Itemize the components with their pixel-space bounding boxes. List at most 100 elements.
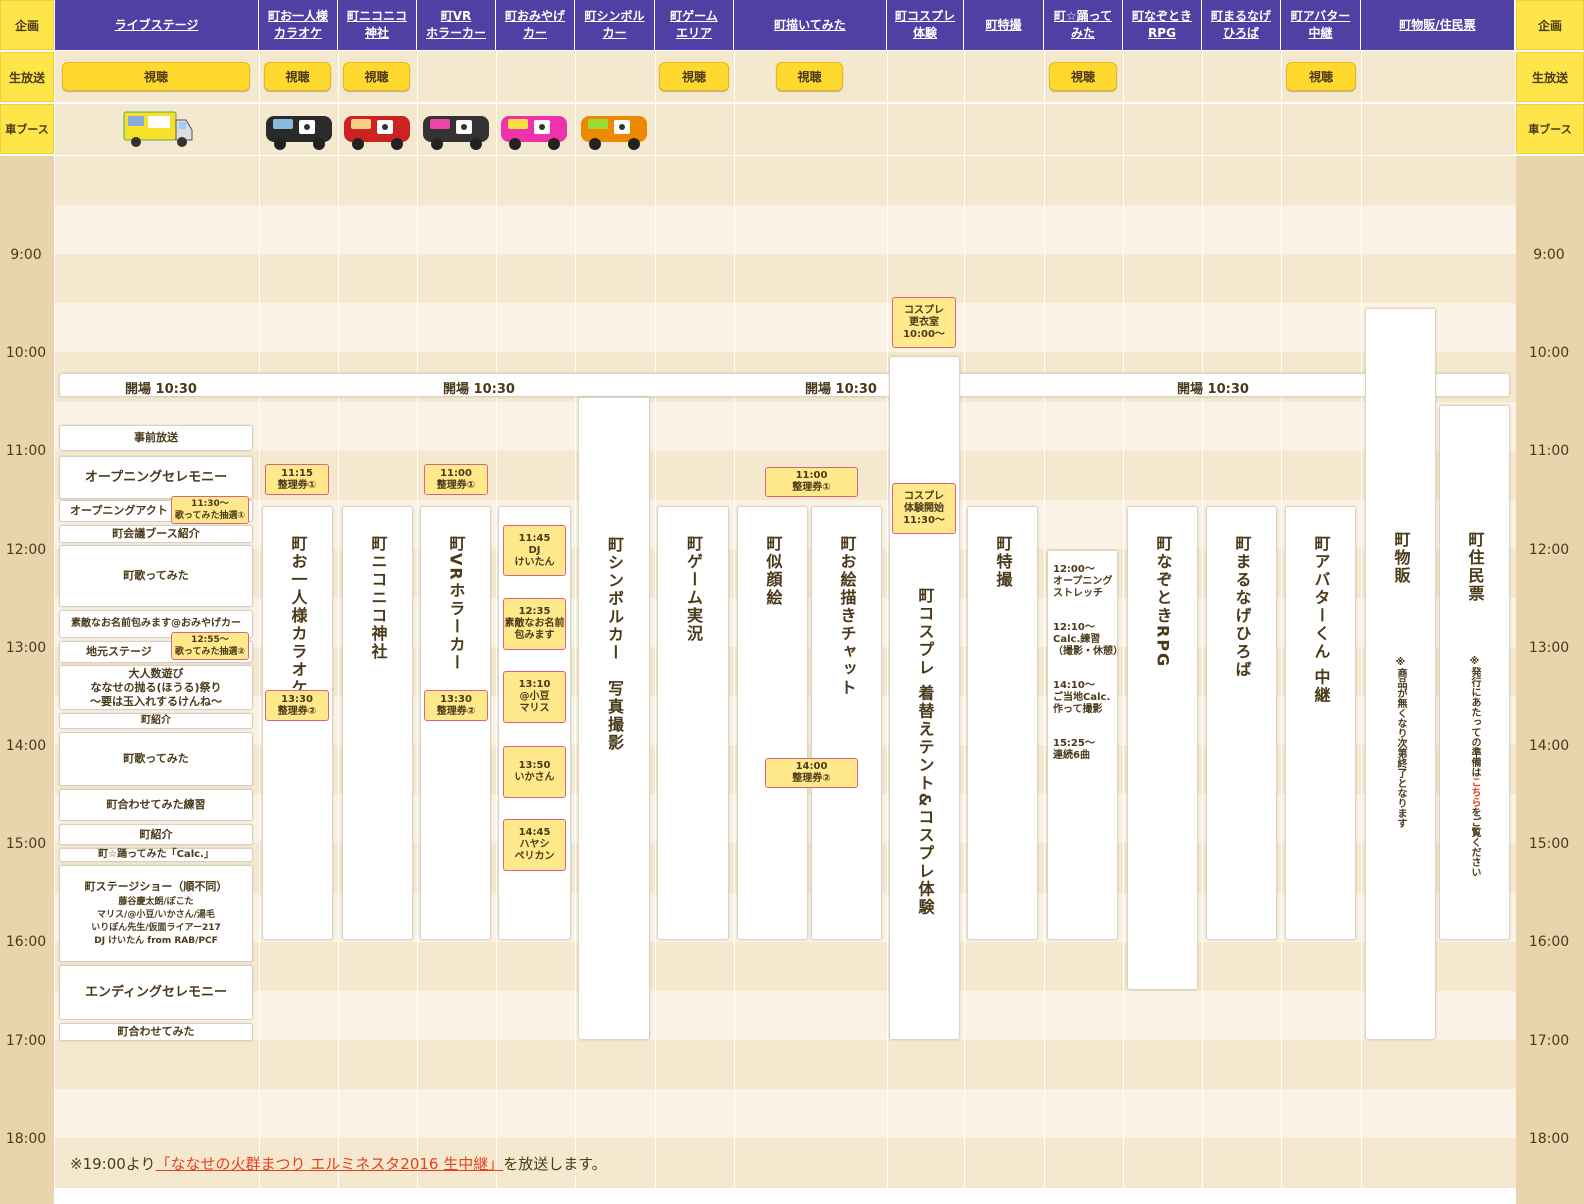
watch-button[interactable]: 視聴 — [62, 62, 250, 91]
header-7[interactable]: 町描いてみた — [734, 0, 887, 50]
stage-show: 町ステージショー（順不同） 藤谷慶太朗/ぽこた マリス/@小豆/いかさん/湯毛 いりぽ… — [59, 865, 253, 962]
time-band — [55, 941, 1516, 992]
watch-button[interactable]: 視聴 — [343, 62, 410, 91]
watch-button[interactable]: 視聴 — [659, 62, 729, 91]
avatar-col: 町アバターくん 中継 — [1285, 506, 1356, 940]
time-band — [55, 205, 1516, 256]
oekaki-col: 町お絵描きチャット — [811, 506, 882, 940]
time-band — [55, 156, 1516, 207]
jumin-note-b: をご覧ください — [1469, 807, 1480, 877]
col-divider — [1361, 51, 1362, 155]
vr-col-title: 町VRホラーカー — [446, 535, 466, 672]
header-8[interactable]: 町コスプレ 体験 — [887, 0, 964, 50]
stage-ending: エンディングセレモニー — [59, 965, 253, 1020]
omiyage-slot: 13:10 @小豆 マリス — [503, 671, 566, 723]
vr-col: 町VRホラーカー — [420, 506, 491, 940]
time-label: 12:00 — [5, 541, 47, 558]
col-divider — [655, 51, 656, 155]
omiyage-slot: 11:45 DJ けいたん — [503, 525, 566, 576]
col-divider — [417, 51, 418, 155]
header-12[interactable]: 町まるなげ ひろば — [1202, 0, 1281, 50]
nazotoki-col: 町なぞときRPG — [1127, 506, 1198, 990]
opening-label: 開場 10:30 — [125, 382, 197, 397]
header-5[interactable]: 町シンボル カー — [575, 0, 655, 50]
car-icon — [578, 110, 650, 152]
oekaki-col-title: 町お絵描きチャット — [837, 535, 857, 697]
omiyage-slot: 13:50 いかさん — [503, 746, 566, 798]
stage-otona: 大人数遊び ななせの抛る(ほうる)祭り ～要は玉入れするけんね～ — [59, 665, 253, 710]
header-1[interactable]: 町お一人様 カラオケ — [259, 0, 338, 50]
stage-opening-ceremony: オープニングセレモニー — [59, 456, 253, 499]
watch-button[interactable]: 視聴 — [264, 62, 331, 91]
grid-line — [496, 156, 497, 1204]
omiyage-slot: 14:45 ハヤシ ペリカン — [503, 819, 566, 871]
grid-line — [1202, 156, 1203, 1204]
header-9[interactable]: 町特撮 — [964, 0, 1044, 50]
grid-line — [887, 156, 888, 1204]
time-label: 14:00 — [1528, 738, 1570, 754]
stage-odotte: 町☆踊ってみた「Calc.」 — [59, 848, 253, 862]
nigao-col-title: 町似顔絵 — [763, 535, 783, 607]
header-6[interactable]: 町ゲーム エリア — [655, 0, 734, 50]
col-divider — [1202, 51, 1203, 155]
car-icon — [341, 110, 413, 152]
col-divider — [964, 51, 965, 155]
col-divider — [338, 51, 339, 155]
draw-ticket-1: 11:00 整理券① — [765, 467, 858, 497]
grid-line — [734, 156, 735, 1204]
stage-pre: 事前放送 — [59, 425, 253, 451]
time-label: 9:00 — [1533, 247, 1565, 263]
time-label: 18:00 — [1528, 1130, 1570, 1147]
grid-line — [417, 156, 418, 1204]
stage-awase-practice: 町合わせてみた練習 — [59, 789, 253, 821]
time-band — [55, 303, 1516, 354]
header-13[interactable]: 町アバター 中継 — [1281, 0, 1361, 50]
symbol-col-title: 町シンボルカー 写真撮影 — [605, 536, 624, 752]
time-band — [55, 990, 1516, 1041]
jumin-note: ※発行にあたっての準備はこちらをご覧ください — [1467, 656, 1482, 877]
col-divider — [887, 51, 888, 155]
stage-utatte-2: 町歌ってみた — [59, 732, 253, 786]
time-label: 18:00 — [5, 1130, 47, 1147]
time-label: 16:00 — [5, 934, 47, 951]
cosplay-col-title: 町コスプレ 着替えテント&コスプレ体験 — [915, 587, 935, 917]
header-11[interactable]: 町なぞとき RPG — [1123, 0, 1202, 50]
buppan-note: ※商品が無くなり次第終了となります — [1395, 657, 1406, 828]
header-10[interactable]: 町☆踊って みた — [1044, 0, 1123, 50]
buppan-col: 町物販 ※商品が無くなり次第終了となります — [1365, 308, 1436, 1040]
time-label: 14:00 — [5, 738, 47, 754]
footer-pre: ※19:00より — [70, 1155, 156, 1173]
cosplay-start: コスプレ 体験開始 11:30～ — [892, 483, 956, 534]
header-0[interactable]: ライブステージ — [55, 0, 259, 50]
header-3[interactable]: 町VR ホラーカー — [417, 0, 496, 50]
time-label: 11:00 — [1528, 443, 1570, 460]
footer-note: ※19:00より「ななせの火群まつり エルミネスタ2016 生中継」を放送します… — [70, 1153, 607, 1174]
grid-line — [1281, 156, 1282, 1204]
watch-button[interactable]: 視聴 — [1049, 62, 1117, 91]
header-14[interactable]: 町物販/住民票 — [1361, 0, 1515, 50]
grid-line — [655, 156, 656, 1204]
karaoke-ticket-1: 11:15 整理券① — [265, 464, 329, 495]
game-col: 町ゲーム実況 — [657, 506, 729, 940]
time-band — [55, 1039, 1516, 1090]
header-2[interactable]: 町ニコニコ 神社 — [338, 0, 417, 50]
time-band — [55, 401, 1516, 452]
dance-item: 12:00～ オープニング ストレッチ — [1053, 564, 1113, 599]
jumin-col: 町住民票 ※発行にあたっての準備はこちらをご覧ください — [1439, 405, 1510, 940]
dance-item: 12:10～ Calc.練習 （撮影・休憩） — [1053, 622, 1123, 657]
watch-button[interactable]: 視聴 — [776, 62, 843, 91]
dance-item: 14:10～ ご当地Calc. 作って撮影 — [1053, 680, 1111, 715]
time-band — [55, 1088, 1516, 1139]
opening-label: 開場 10:30 — [1177, 382, 1249, 397]
ticket-draw-1: 11:30～ 歌ってみた抽選① — [171, 496, 249, 524]
watch-button[interactable]: 視聴 — [1286, 62, 1356, 91]
col-divider — [1281, 51, 1282, 155]
car-icon — [498, 110, 570, 152]
footer-link[interactable]: 「ななせの火群まつり エルミネスタ2016 生中継」 — [156, 1155, 504, 1173]
jumin-note-link[interactable]: こちら — [1469, 777, 1480, 807]
cosplay-room: コスプレ 更衣室 10:00～ — [892, 297, 956, 348]
time-label: 9:00 — [10, 247, 42, 263]
karaoke-ticket-2: 13:30 整理券② — [265, 690, 329, 721]
time-label: 13:00 — [1528, 639, 1570, 656]
header-4[interactable]: 町おみやげ カー — [496, 0, 575, 50]
